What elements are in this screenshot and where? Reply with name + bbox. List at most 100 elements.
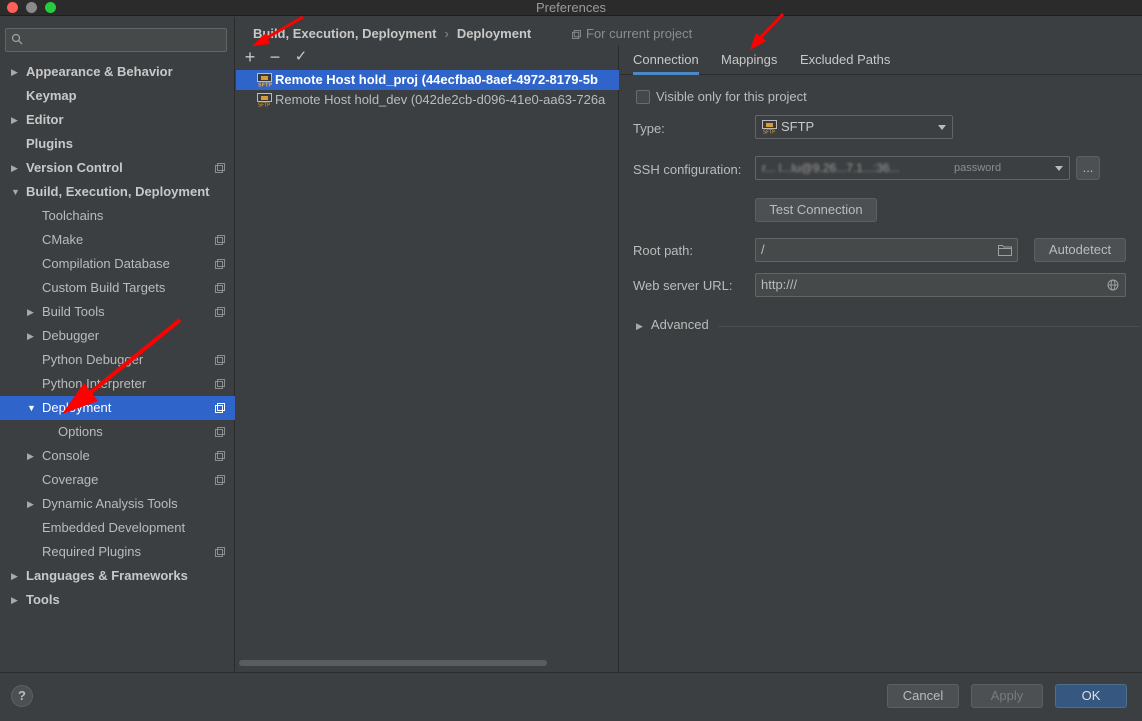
settings-tree: ▶ Appearance & Behavior Keymap ▶ Editor Pl…: [0, 60, 235, 612]
settings-tabs: Connection Mappings Excluded Paths: [620, 45, 1142, 75]
project-scope-icon: [215, 283, 225, 293]
sftp-icon: SFTP: [762, 120, 777, 134]
title-bar: Preferences: [0, 0, 1142, 16]
sidebar-item-languages-frameworks[interactable]: ▶ Languages & Frameworks: [0, 564, 235, 588]
sidebar-item-dynamic-analysis-tools[interactable]: ▶ Dynamic Analysis Tools: [0, 492, 235, 516]
sidebar-item-plugins[interactable]: Plugins: [0, 132, 235, 156]
list-item-host-hold-proj[interactable]: SFTP Remote Host hold_proj (44ecfba0-8ae…: [236, 70, 619, 90]
test-connection-button[interactable]: Test Connection: [755, 198, 877, 222]
sidebar-item-console[interactable]: ▶ Console: [0, 444, 235, 468]
ssh-config-value: r... l...lu@9.26...7.1...:36...: [762, 161, 900, 175]
ssh-config-label: SSH configuration:: [633, 162, 742, 177]
sftp-icon: SFTP: [257, 93, 272, 107]
server-list-panel: + − ✓ SFTP Remote Host hold_proj (44ecfb…: [236, 45, 619, 672]
breadcrumb-parent[interactable]: Build, Execution, Deployment: [253, 26, 436, 41]
root-path-value: /: [761, 242, 765, 257]
ok-button[interactable]: OK: [1055, 684, 1127, 708]
use-as-default-button[interactable]: ✓: [290, 47, 312, 67]
window-title: Preferences: [535, 0, 607, 15]
project-scope-icon: [215, 355, 225, 365]
project-scope-icon: [215, 403, 225, 413]
chevron-right-icon: ▶: [27, 451, 34, 461]
dialog-footer: ? Cancel Apply OK: [0, 672, 1142, 721]
project-scope-icon: [215, 307, 225, 317]
svg-text:SFTP: SFTP: [763, 130, 775, 135]
sidebar-item-coverage[interactable]: Coverage: [0, 468, 235, 492]
cancel-button[interactable]: Cancel: [887, 684, 959, 708]
settings-sidebar: ▶ Appearance & Behavior Keymap ▶ Editor Pl…: [0, 17, 235, 672]
chevron-down-icon: [938, 125, 946, 130]
search-input[interactable]: [5, 28, 227, 52]
project-scope-icon: [215, 259, 225, 269]
chevron-right-icon: ▶: [636, 321, 643, 331]
chevron-down-icon: ▼: [27, 403, 36, 413]
apply-button[interactable]: Apply: [971, 684, 1043, 708]
sidebar-item-embedded-development[interactable]: Embedded Development: [0, 516, 235, 540]
sidebar-item-options[interactable]: Options: [0, 420, 235, 444]
chevron-right-icon: ▶: [11, 595, 18, 605]
type-label: Type:: [633, 121, 665, 136]
remove-server-button[interactable]: −: [264, 47, 286, 67]
sidebar-item-appearance[interactable]: ▶ Appearance & Behavior: [0, 60, 235, 84]
scope-label: For current project: [586, 26, 693, 41]
project-scope-icon: [215, 427, 225, 437]
advanced-label: Advanced: [650, 317, 709, 332]
root-path-label: Root path:: [633, 243, 693, 258]
root-path-input[interactable]: /: [755, 238, 1018, 262]
sidebar-item-custom-build-targets[interactable]: Custom Build Targets: [0, 276, 235, 300]
project-scope-icon: [215, 379, 225, 389]
type-value: SFTP: [781, 119, 815, 134]
tab-connection[interactable]: Connection: [633, 45, 699, 75]
sidebar-item-deployment[interactable]: ▼ Deployment: [0, 396, 235, 420]
sidebar-item-python-interpreter[interactable]: Python Interpreter: [0, 372, 235, 396]
chevron-right-icon: ▶: [11, 163, 18, 173]
web-server-url-input[interactable]: http:///: [755, 273, 1126, 297]
chevron-down-icon: ▼: [11, 187, 20, 197]
project-scope-icon: [215, 475, 225, 485]
svg-text:SFTP: SFTP: [258, 103, 270, 108]
sidebar-item-debugger[interactable]: ▶ Debugger: [0, 324, 235, 348]
sidebar-item-python-debugger[interactable]: Python Debugger: [0, 348, 235, 372]
sidebar-item-build-execution-deployment[interactable]: ▼ Build, Execution, Deployment: [0, 180, 235, 204]
folder-icon[interactable]: [998, 244, 1012, 256]
ssh-config-browse-button[interactable]: ...: [1076, 156, 1100, 180]
chevron-right-icon: ▶: [11, 571, 18, 581]
web-server-url-label: Web server URL:: [633, 278, 733, 293]
visible-only-label: Visible only for this project: [656, 89, 807, 104]
add-server-button[interactable]: +: [239, 47, 261, 67]
help-button[interactable]: ?: [11, 685, 33, 707]
autodetect-button[interactable]: Autodetect: [1034, 238, 1126, 262]
chevron-right-icon: ▶: [27, 331, 34, 341]
server-list-toolbar: + − ✓: [236, 45, 619, 69]
sidebar-item-cmake[interactable]: CMake: [0, 228, 235, 252]
visible-only-checkbox[interactable]: [636, 90, 650, 104]
tab-excluded-paths[interactable]: Excluded Paths: [800, 45, 890, 75]
scope-indicator: For current project: [572, 25, 692, 43]
server-list: SFTP Remote Host hold_proj (44ecfba0-8ae…: [236, 70, 619, 110]
sidebar-item-tools[interactable]: ▶ Tools: [0, 588, 235, 612]
sidebar-item-required-plugins[interactable]: Required Plugins: [0, 540, 235, 564]
sidebar-item-build-tools[interactable]: ▶ Build Tools: [0, 300, 235, 324]
type-select[interactable]: SFTP SFTP: [755, 115, 953, 139]
chevron-right-icon: ▶: [27, 307, 34, 317]
server-settings-panel: Connection Mappings Excluded Paths Visib…: [620, 45, 1142, 672]
project-scope-icon: [215, 547, 225, 557]
sidebar-item-compilation-database[interactable]: Compilation Database: [0, 252, 235, 276]
sftp-icon: SFTP: [257, 73, 272, 87]
ssh-config-select[interactable]: r... l...lu@9.26...7.1...:36... password: [755, 156, 1070, 180]
sidebar-item-keymap[interactable]: Keymap: [0, 84, 235, 108]
tab-mappings[interactable]: Mappings: [721, 45, 777, 75]
sidebar-item-toolchains[interactable]: Toolchains: [0, 204, 235, 228]
sidebar-item-version-control[interactable]: ▶ Version Control: [0, 156, 235, 180]
horizontal-scrollbar[interactable]: [239, 660, 547, 666]
sidebar-item-editor[interactable]: ▶ Editor: [0, 108, 235, 132]
project-scope-icon: [215, 163, 225, 173]
search-field[interactable]: [26, 31, 221, 49]
chevron-down-icon: [1055, 166, 1063, 171]
ssh-auth-type: password: [954, 162, 1002, 174]
globe-icon[interactable]: [1107, 279, 1119, 291]
advanced-section-toggle[interactable]: ▶ Advanced: [636, 315, 709, 335]
advanced-divider: [718, 326, 1140, 327]
breadcrumb: Build, Execution, Deployment › Deployment: [253, 25, 531, 43]
list-item-host-hold-dev[interactable]: SFTP Remote Host hold_dev (042de2cb-d096…: [236, 90, 619, 110]
